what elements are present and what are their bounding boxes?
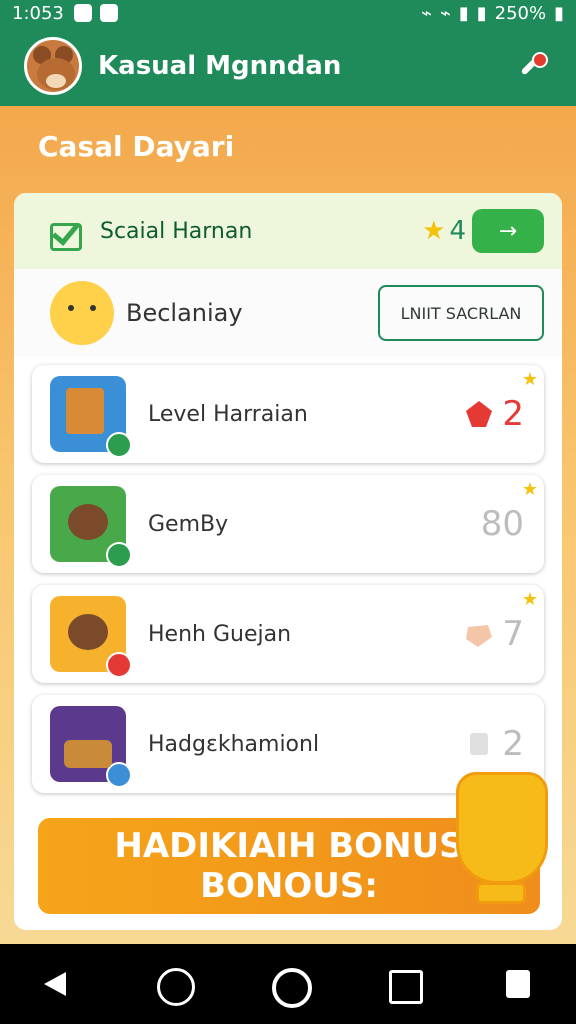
badge-icon <box>106 542 132 568</box>
star-icon: ★ <box>521 369 538 390</box>
basket-icon <box>50 706 132 788</box>
section-title: Casal Dayari <box>38 130 235 163</box>
star-icon: ★ <box>422 216 446 246</box>
home-icon[interactable] <box>268 964 312 1008</box>
badge-icon <box>106 652 132 678</box>
bear-icon <box>50 596 132 678</box>
badge-icon <box>106 762 132 788</box>
item-value-number: 80 <box>480 504 524 544</box>
check-icon <box>44 213 88 251</box>
user-name: Beclaniay <box>126 299 243 327</box>
list-item[interactable]: ★ GemBy 80 <box>32 475 544 573</box>
ping-pong-icon[interactable] <box>512 46 552 86</box>
item-label: Henh Guejan <box>148 621 292 647</box>
list-item[interactable]: ★ Level Harraian 2 <box>32 365 544 463</box>
coral-gem-icon <box>466 625 493 647</box>
item-label: GemBy <box>148 511 229 537</box>
status-time: 1:053 <box>12 2 64 24</box>
ruby-icon <box>466 401 493 427</box>
item-list: ★ Level Harraian 2 ★ GemBy 80 ★ Henh Gue… <box>14 357 562 793</box>
clipboard-icon[interactable] <box>498 964 538 1004</box>
status-bar: 1:053 ⌁ ⌁ ▮ ▮ 250% ▮ <box>0 0 576 26</box>
battery-icon: ▮ <box>476 2 487 24</box>
bear-muzzle-icon <box>46 74 66 88</box>
battery-icon: ▮ <box>554 2 564 24</box>
go-button[interactable]: → <box>472 209 544 253</box>
book-icon <box>50 376 132 458</box>
camera-icon[interactable] <box>153 964 195 1006</box>
item-value: 2 <box>464 394 524 434</box>
star-count: 4 <box>449 216 466 246</box>
item-value: 2 <box>464 724 524 764</box>
star-icon: ★ <box>521 479 538 500</box>
star-counter: ★ 4 → <box>422 209 544 253</box>
wifi-icon: ⌁ <box>439 2 451 24</box>
card-header: Scaial Harnan ★ 4 → <box>14 193 562 269</box>
user-avatar[interactable] <box>50 281 114 345</box>
card-title: Scaial Harnan <box>100 218 253 244</box>
badge-icon <box>106 432 132 458</box>
user-action-button[interactable]: LNIIT SACRLAN <box>378 285 544 341</box>
user-row: Beclaniay LNIIT SACRLAN <box>14 269 562 357</box>
trophy-icon <box>438 772 562 926</box>
paper-icon <box>470 733 489 755</box>
banner-line-2: BONOUS: <box>200 866 378 906</box>
notification-icon <box>99 4 118 22</box>
list-item[interactable]: ★ Henh Guejan 7 <box>32 585 544 683</box>
avatar[interactable] <box>24 37 82 95</box>
item-value: 7 <box>464 614 524 654</box>
banner-line-1: HADIKIAIH BONUS <box>114 826 464 866</box>
paddle-head <box>532 52 548 68</box>
item-label: Level Harraian <box>148 401 308 427</box>
back-icon[interactable] <box>38 964 78 1004</box>
item-value-number: 7 <box>502 614 524 654</box>
item-value-number: 2 <box>502 394 524 434</box>
notification-icon <box>73 4 92 22</box>
item-value: 80 <box>481 504 524 544</box>
bear-icon <box>50 486 132 568</box>
app-bar: Kasual Mgnndan <box>0 26 576 106</box>
app-title: Kasual Mgnndan <box>98 51 342 81</box>
wifi-icon: ⌁ <box>421 2 432 24</box>
recents-icon[interactable] <box>383 964 424 1004</box>
trophy-base <box>476 882 526 904</box>
nav-bar <box>0 944 576 1024</box>
battery-percent: 250% <box>494 2 547 24</box>
item-value-number: 2 <box>502 724 524 764</box>
star-icon: ★ <box>521 589 538 610</box>
item-label: Hadgɛkhamionl <box>148 731 320 757</box>
trophy-cup <box>456 772 548 884</box>
signal-icon: ▮ <box>458 2 469 24</box>
